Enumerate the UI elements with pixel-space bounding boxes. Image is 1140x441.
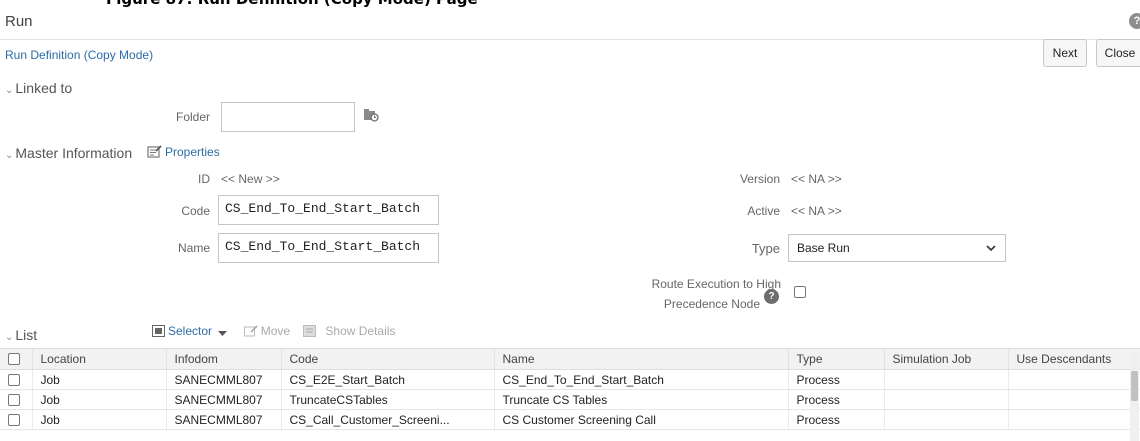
route-label-line1: Route Execution to High xyxy=(651,277,781,291)
column-header-code[interactable]: Code xyxy=(281,348,495,370)
show-details-label: Show Details xyxy=(325,324,396,338)
name-label: Name xyxy=(177,241,210,255)
properties-edit-icon xyxy=(147,145,162,158)
type-select-value: Base Run xyxy=(797,241,850,255)
cell-simulation-job[interactable] xyxy=(884,369,1009,390)
next-button[interactable]: Next xyxy=(1043,39,1087,67)
cell-name: CS_End_To_End_Start_Batch xyxy=(494,369,789,390)
table-row[interactable]: Job SANECMML807 TruncateCSTables Truncat… xyxy=(0,389,1140,410)
cell-name: Truncate CS Tables xyxy=(494,389,789,410)
version-value: << NA >> xyxy=(791,172,842,186)
cell-use-descendants[interactable] xyxy=(1008,369,1140,390)
master-information-section-header[interactable]: ⌄ Master Information Properties xyxy=(0,142,1140,164)
cell-type: Process xyxy=(788,409,885,430)
table-row[interactable]: Job SANECMML807 CS_E2E_Start_Batch CS_En… xyxy=(0,369,1140,390)
linked-to-title: Linked to xyxy=(15,80,73,96)
cell-type: Process xyxy=(788,389,885,410)
column-header-location[interactable]: Location xyxy=(32,348,167,370)
collapse-chevron-icon[interactable]: ⌄ xyxy=(5,150,13,161)
table-header-row: Location Infodom Code Name Type Simulati… xyxy=(0,348,1140,370)
master-information-title: Master Information xyxy=(15,145,133,161)
show-details-button[interactable]: Show Details xyxy=(303,324,395,338)
row-checkbox[interactable] xyxy=(8,413,20,426)
figure-caption: Figure 87: Run Definition (Copy Mode) Pa… xyxy=(0,0,1140,8)
run-components-table: Location Infodom Code Name Type Simulati… xyxy=(0,348,1140,430)
properties-link[interactable]: Properties xyxy=(147,145,220,159)
cell-simulation-job[interactable] xyxy=(884,409,1009,430)
route-execution-checkbox[interactable] xyxy=(794,286,806,298)
route-label-line2: Precedence Node xyxy=(663,297,760,311)
list-toolbar: Selector Move Show Details xyxy=(152,324,405,338)
folder-browse-icon[interactable] xyxy=(363,108,379,125)
table-scrollbar-thumb[interactable] xyxy=(1131,371,1138,401)
help-icon[interactable]: ? xyxy=(1129,13,1140,29)
move-button[interactable]: Move xyxy=(243,324,291,338)
type-select[interactable]: Base Run xyxy=(788,234,1006,262)
selector-icon xyxy=(152,325,165,337)
details-icon xyxy=(303,325,317,337)
move-label: Move xyxy=(260,324,291,338)
cell-type: Process xyxy=(788,369,885,390)
selector-button[interactable]: Selector xyxy=(152,324,230,338)
id-label: ID xyxy=(198,172,210,186)
cell-code: CS_E2E_Start_Batch xyxy=(281,369,495,390)
cell-use-descendants[interactable] xyxy=(1008,389,1140,410)
figure-caption-text: Figure 87: Run Definition (Copy Mode) Pa… xyxy=(106,0,478,8)
list-title: List xyxy=(15,327,38,343)
cell-use-descendants[interactable] xyxy=(1008,409,1140,430)
row-checkbox[interactable] xyxy=(8,373,20,386)
table-row[interactable]: Job SANECMML807 CS_Call_Customer_Screeni… xyxy=(0,409,1140,430)
row-select-cell xyxy=(0,389,33,410)
cell-code: TruncateCSTables xyxy=(281,389,495,410)
row-checkbox[interactable] xyxy=(8,393,20,406)
cell-simulation-job[interactable] xyxy=(884,389,1009,410)
collapse-chevron-icon[interactable]: ⌄ xyxy=(5,332,13,343)
properties-label: Properties xyxy=(165,145,220,159)
collapse-chevron-icon[interactable]: ⌄ xyxy=(5,85,13,96)
cell-location: Job xyxy=(32,369,167,390)
cell-name: CS Customer Screening Call xyxy=(494,409,789,430)
column-header-simulation-job[interactable]: Simulation Job xyxy=(884,348,1009,370)
column-header-name[interactable]: Name xyxy=(494,348,789,370)
chevron-down-icon xyxy=(986,245,996,252)
column-header-infodom[interactable]: Infodom xyxy=(166,348,282,370)
select-all-cell xyxy=(0,348,33,370)
cell-location: Job xyxy=(32,409,167,430)
folder-input[interactable] xyxy=(221,102,355,132)
help-icon[interactable]: ? xyxy=(764,289,779,304)
code-label: Code xyxy=(181,204,210,218)
id-value: << New >> xyxy=(221,172,280,186)
active-label: Active xyxy=(747,204,780,218)
cell-infodom: SANECMML807 xyxy=(166,409,282,430)
cell-code: CS_Call_Customer_Screeni... xyxy=(281,409,495,430)
name-input[interactable]: CS_End_To_End_Start_Batch xyxy=(218,233,439,263)
column-header-type[interactable]: Type xyxy=(788,348,885,370)
cell-infodom: SANECMML807 xyxy=(166,369,282,390)
cell-infodom: SANECMML807 xyxy=(166,389,282,410)
cell-location: Job xyxy=(32,389,167,410)
move-icon xyxy=(243,325,258,337)
code-input[interactable]: CS_End_To_End_Start_Batch xyxy=(218,195,439,225)
window-title-bar: Run ? xyxy=(0,8,1140,40)
version-label: Version xyxy=(739,172,780,186)
select-all-checkbox[interactable] xyxy=(8,353,20,365)
row-select-cell xyxy=(0,409,33,430)
window-title: Run xyxy=(5,13,33,30)
linked-to-section-header[interactable]: ⌄ Linked to xyxy=(0,77,1140,99)
dropdown-arrow-icon xyxy=(218,331,228,336)
row-select-cell xyxy=(0,369,33,390)
breadcrumb[interactable]: Run Definition (Copy Mode) xyxy=(5,48,153,62)
column-header-use-descendants[interactable]: Use Descendants xyxy=(1008,348,1140,370)
folder-label: Folder xyxy=(175,110,210,124)
selector-label: Selector xyxy=(168,324,213,338)
type-label: Type xyxy=(751,241,780,256)
close-button[interactable]: Close xyxy=(1096,39,1140,67)
active-value: << NA >> xyxy=(791,204,842,218)
